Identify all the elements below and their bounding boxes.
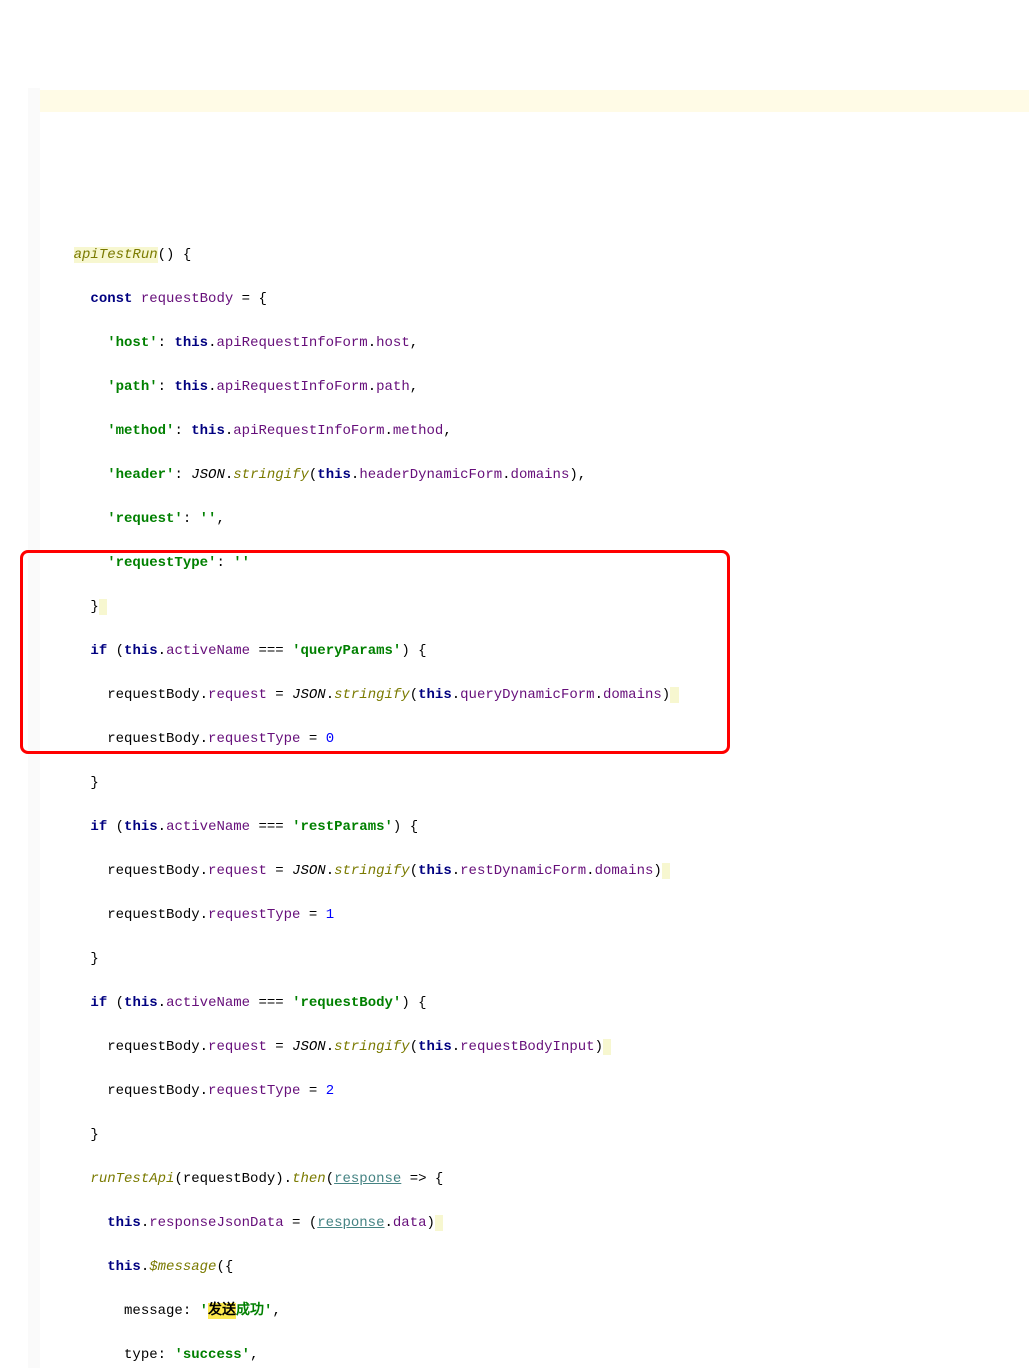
code-line[interactable]: 'host': this.apiRequestInfoForm.host, [40,332,1029,354]
code-line[interactable]: this.responseJsonData = (response.data) [40,1212,1029,1234]
code-line[interactable]: } [40,1124,1029,1146]
code-line[interactable]: const requestBody = { [40,288,1029,310]
code-line[interactable]: runTestApi(requestBody).then(response =>… [40,1168,1029,1190]
code-line[interactable]: 'method': this.apiRequestInfoForm.method… [40,420,1029,442]
code-line[interactable]: 'path': this.apiRequestInfoForm.path, [40,376,1029,398]
code-line[interactable]: if (this.activeName === 'restParams') { [40,816,1029,838]
code-line[interactable]: 'request': '', [40,508,1029,530]
code-line[interactable]: requestBody.request = JSON.stringify(thi… [40,1036,1029,1058]
code-line[interactable]: apiTestRun() { [40,244,1029,266]
code-line[interactable]: requestBody.request = JSON.stringify(thi… [40,860,1029,882]
code-line[interactable]: requestBody.request = JSON.stringify(thi… [40,684,1029,706]
code-editor[interactable]: apiTestRun() { const requestBody = { 'ho… [0,88,1029,1368]
code-line[interactable]: requestBody.requestType = 2 [40,1080,1029,1102]
code-line[interactable]: 'requestType': '' [40,552,1029,574]
code-content[interactable]: apiTestRun() { const requestBody = { 'ho… [40,200,1029,1368]
code-line[interactable]: message: '发送成功', [40,1300,1029,1322]
code-line[interactable]: if (this.activeName === 'queryParams') { [40,640,1029,662]
code-line[interactable]: this.$message({ [40,1256,1029,1278]
line-number-gutter [0,88,29,1368]
fold-gutter [28,88,40,1368]
current-line-highlight [0,90,1029,112]
code-line[interactable]: } [40,948,1029,970]
code-line[interactable]: } [40,772,1029,794]
code-line[interactable]: requestBody.requestType = 0 [40,728,1029,750]
code-line[interactable]: requestBody.requestType = 1 [40,904,1029,926]
code-line[interactable]: if (this.activeName === 'requestBody') { [40,992,1029,1014]
code-line[interactable]: } [40,596,1029,618]
code-line[interactable]: 'header': JSON.stringify(this.headerDyna… [40,464,1029,486]
code-line[interactable]: type: 'success', [40,1344,1029,1366]
